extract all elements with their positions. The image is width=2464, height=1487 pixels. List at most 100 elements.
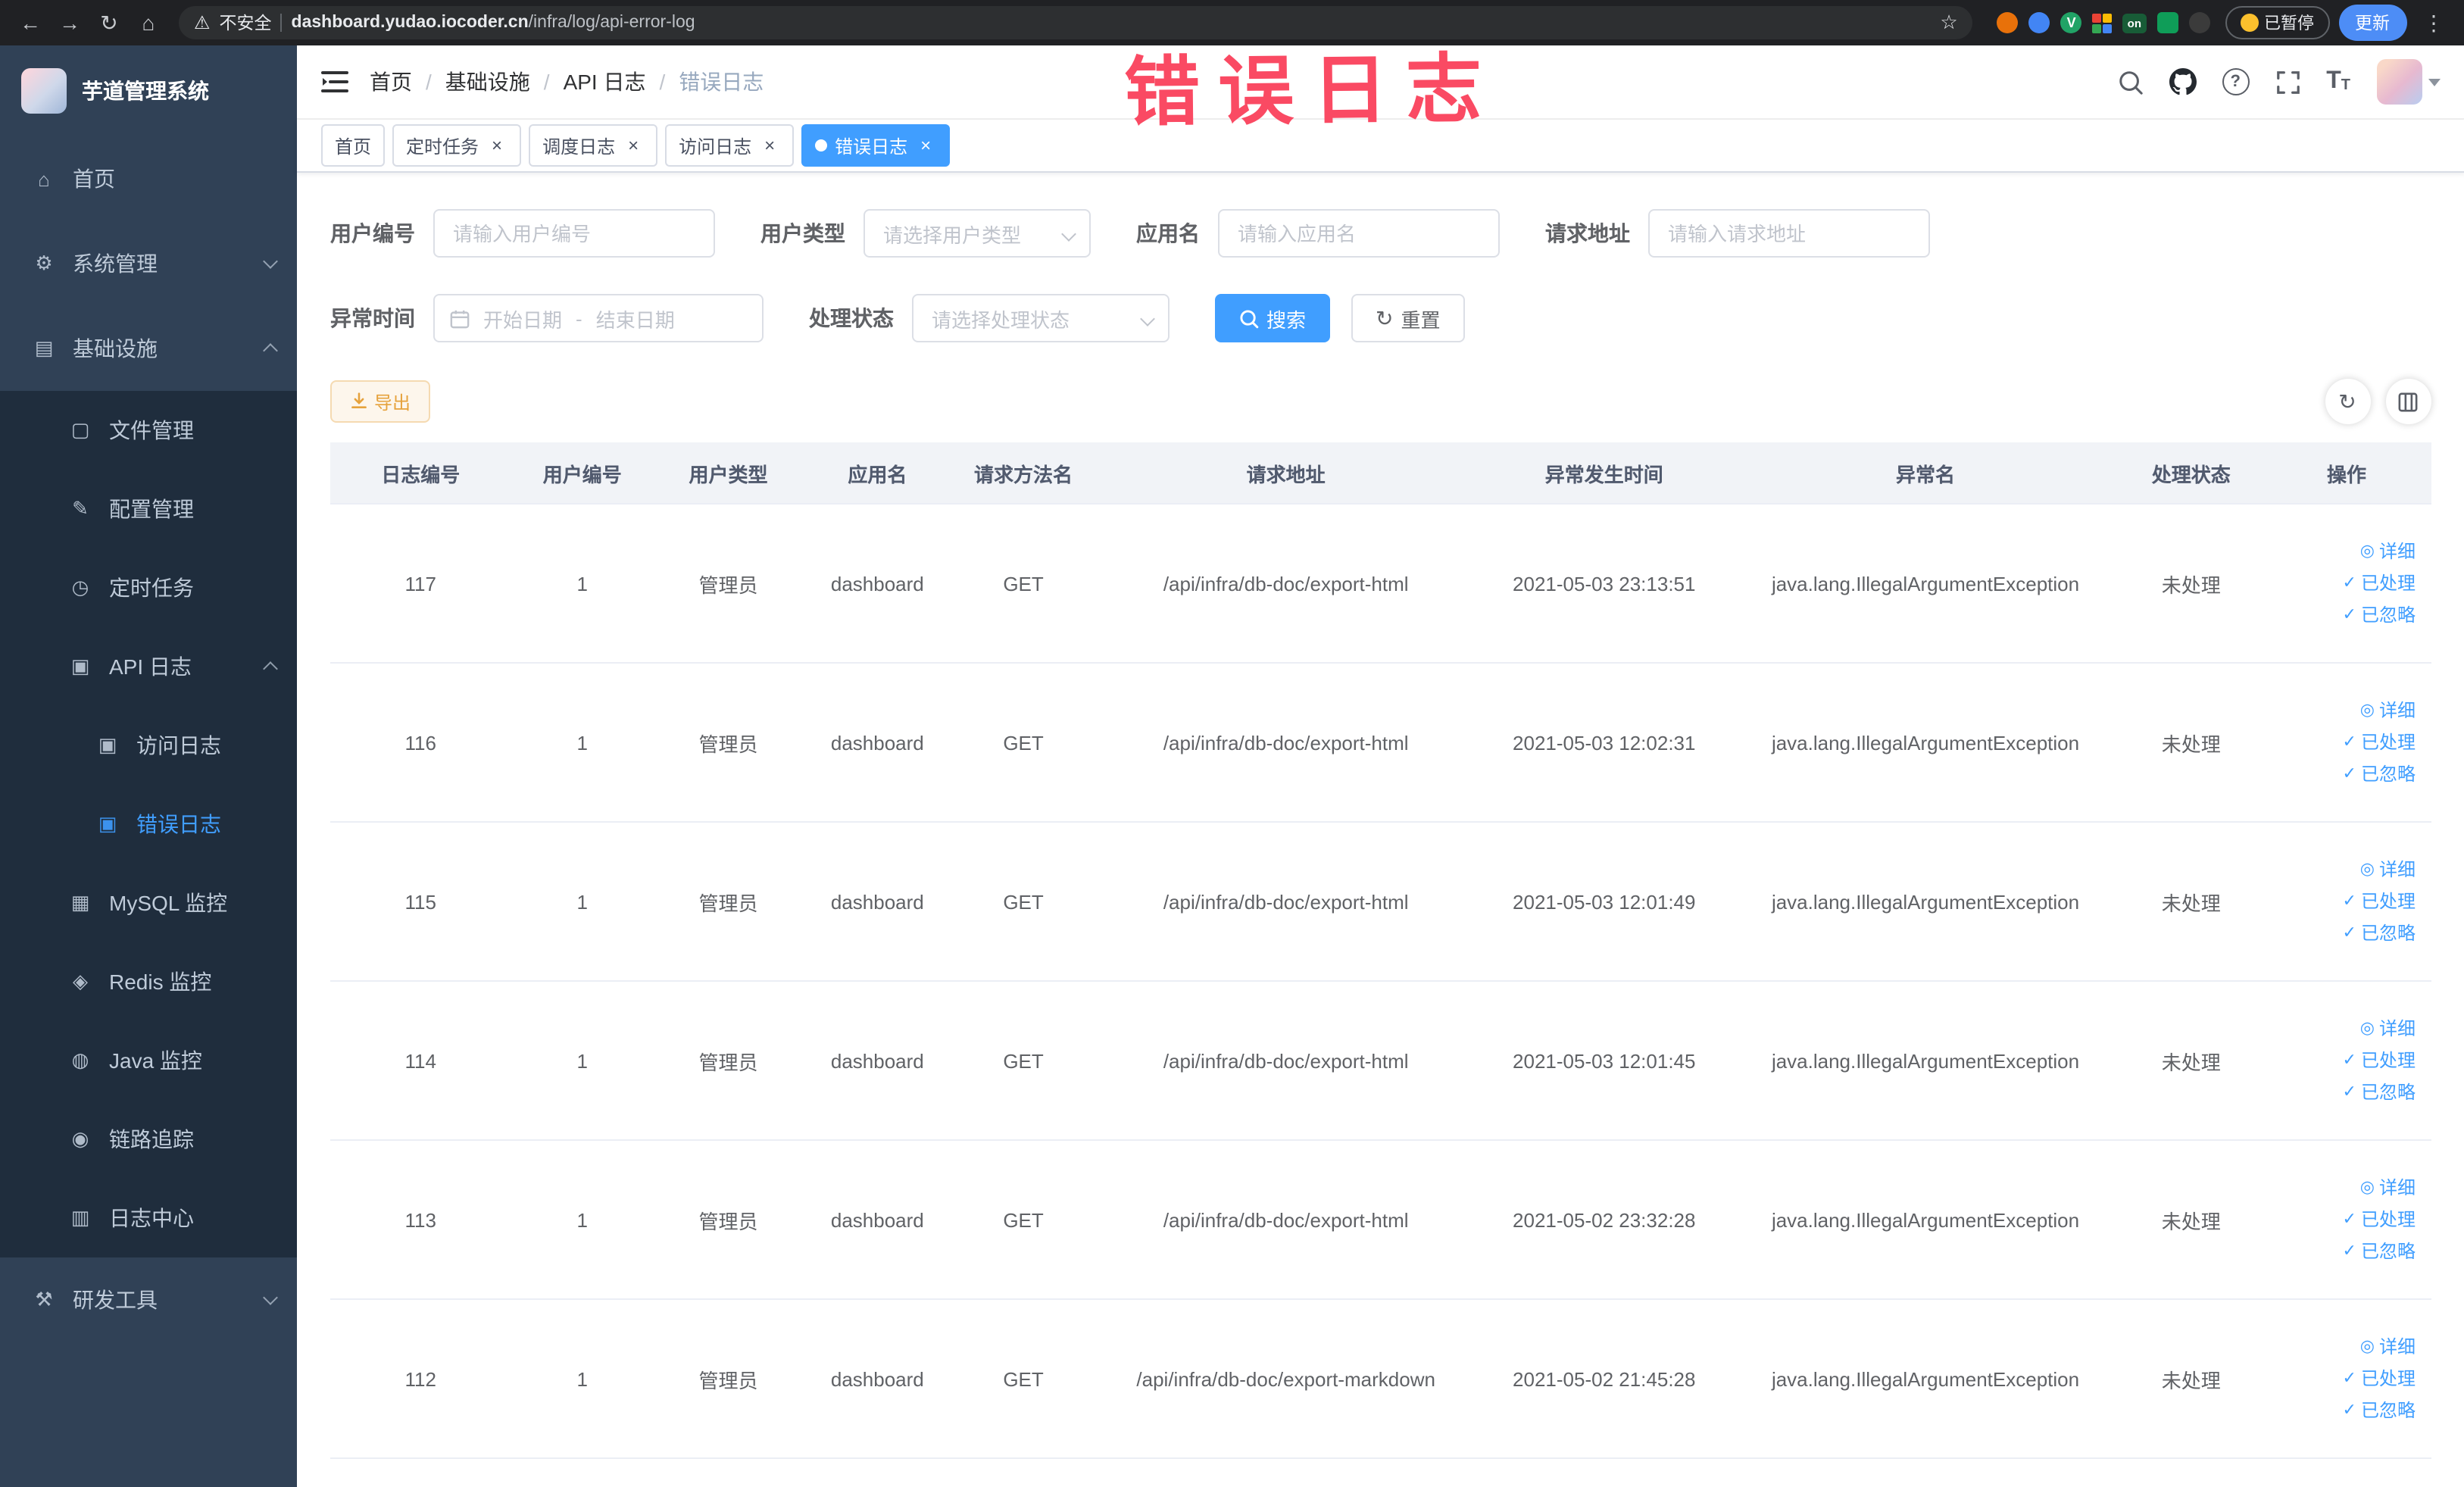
home-button[interactable]: ⌂: [130, 5, 167, 41]
breadcrumb-item-infrastructure[interactable]: 基础设施: [445, 67, 530, 97]
paused-badge[interactable]: 已暂停: [2225, 6, 2329, 39]
detail-link[interactable]: ◎ 详细: [2269, 1172, 2416, 1204]
reset-button[interactable]: ↻ 重置: [1351, 294, 1465, 342]
document-icon: ▣: [70, 654, 90, 677]
back-button[interactable]: ←: [12, 5, 48, 41]
log-icon: ▥: [70, 1206, 90, 1229]
processed-link[interactable]: ✓ 已处理: [2269, 726, 2416, 758]
close-icon[interactable]: ×: [759, 135, 780, 156]
search-button[interactable]: 搜索: [1215, 294, 1331, 342]
detail-link[interactable]: ◎ 详细: [2269, 1013, 2416, 1045]
export-button[interactable]: 导出: [330, 380, 431, 423]
sidebar-item-api-log[interactable]: ▣ API 日志: [0, 627, 297, 706]
detail-link[interactable]: ◎ 详细: [2269, 1331, 2416, 1363]
user-avatar[interactable]: [2376, 59, 2440, 105]
detail-link[interactable]: ◎ 详细: [2269, 695, 2416, 726]
tab-api-access-log[interactable]: 访问日志 ×: [665, 124, 795, 167]
extension-icon[interactable]: [1997, 12, 2019, 33]
table-toolbar: 导出 ↻: [330, 379, 2431, 424]
ignore-link[interactable]: ✓ 已忽略: [2269, 917, 2416, 949]
ignore-link[interactable]: ✓ 已忽略: [2269, 1076, 2416, 1108]
extension-on-badge-icon[interactable]: on: [2122, 13, 2146, 33]
detail-link[interactable]: ◎ 详细: [2269, 536, 2416, 567]
sidebar-item-config-management[interactable]: ✎ 配置管理: [0, 470, 297, 548]
browser-menu-icon[interactable]: ⋮: [2416, 5, 2452, 41]
app-title: 芋道管理系统: [82, 79, 209, 103]
extension-grid-icon[interactable]: [2092, 13, 2113, 33]
cell-time: 2021-05-02 23:32:28: [1477, 1140, 1732, 1300]
app-logo[interactable]: 芋道管理系统: [0, 45, 297, 136]
reload-button[interactable]: ↻: [91, 5, 127, 41]
ignore-link[interactable]: ✓ 已忽略: [2269, 758, 2416, 790]
tab-job-log[interactable]: 调度日志 ×: [529, 124, 658, 167]
sidebar-item-access-log[interactable]: ▣ 访问日志: [0, 706, 297, 785]
tab-job[interactable]: 定时任务 ×: [392, 124, 522, 167]
sidebar-item-redis-monitor[interactable]: ◈ Redis 监控: [0, 942, 297, 1021]
ignore-link[interactable]: ✓ 已忽略: [2269, 1395, 2416, 1426]
process-status-select[interactable]: 请选择处理状态: [912, 294, 1170, 342]
processed-link[interactable]: ✓ 已处理: [2269, 1363, 2416, 1395]
check-icon: ✓: [2342, 923, 2356, 942]
cell-log-id: 114: [330, 981, 511, 1141]
sidebar-item-scheduled-jobs[interactable]: ◷ 定时任务: [0, 548, 297, 627]
cell-exception: java.lang.IllegalArgumentException: [1731, 981, 2120, 1141]
end-date-placeholder: 结束日期: [595, 308, 675, 331]
document-icon: ▣: [98, 733, 117, 756]
processed-link[interactable]: ✓ 已处理: [2269, 567, 2416, 599]
exception-time-range-picker[interactable]: 开始日期 - 结束日期: [433, 294, 764, 342]
close-icon[interactable]: ×: [486, 135, 507, 156]
sidebar-item-java-monitor[interactable]: ◍ Java 监控: [0, 1021, 297, 1100]
action-label: 已处理: [2360, 572, 2416, 593]
user-type-select[interactable]: 请选择用户类型: [863, 209, 1091, 258]
user-id-input[interactable]: [433, 209, 715, 258]
sidebar-item-file-management[interactable]: ▢ 文件管理: [0, 391, 297, 470]
column-settings-button[interactable]: [2385, 379, 2431, 424]
cell-user-type: 管理员: [654, 504, 803, 664]
sidebar-item-label: Redis 监控: [109, 970, 212, 994]
sidebar-item-label: 系统管理: [73, 251, 158, 276]
action-label: 已忽略: [2360, 604, 2416, 625]
extension-icon[interactable]: [2188, 12, 2209, 33]
refresh-button[interactable]: ↻: [2325, 379, 2370, 424]
table-row: 115 1 管理员 dashboard GET/api/infra/db-doc/exp…: [330, 822, 2431, 982]
breadcrumb-item-api-log[interactable]: API 日志: [564, 67, 646, 97]
fullscreen-icon[interactable]: [2275, 69, 2300, 95]
processed-link[interactable]: ✓ 已处理: [2269, 886, 2416, 917]
breadcrumb-item-home[interactable]: 首页: [370, 67, 412, 97]
sidebar-item-mysql-monitor[interactable]: ▦ MySQL 监控: [0, 864, 297, 942]
request-url-input[interactable]: [1648, 209, 1930, 258]
tab-api-error-log[interactable]: 错误日志 ×: [801, 124, 951, 167]
hamburger-icon[interactable]: [321, 70, 348, 94]
app-name-input[interactable]: [1218, 209, 1500, 258]
sidebar-item-error-log[interactable]: ▣ 错误日志: [0, 785, 297, 864]
extension-icon[interactable]: [2156, 12, 2178, 33]
forward-button[interactable]: →: [52, 5, 88, 41]
address-bar[interactable]: ⚠ 不安全 dashboard.yudao.iocoder.cn/infra/l…: [179, 6, 1973, 39]
help-icon[interactable]: ?: [2222, 68, 2250, 95]
detail-link[interactable]: ◎ 详细: [2269, 854, 2416, 886]
sidebar-item-log-center[interactable]: ▥ 日志中心: [0, 1179, 297, 1257]
sidebar-item-system-management[interactable]: ⚙ 系统管理: [0, 221, 297, 306]
cell-time: 2021-05-03 12:01:49: [1477, 822, 1732, 982]
ignore-link[interactable]: ✓ 已忽略: [2269, 1236, 2416, 1267]
action-label: 已处理: [2360, 1049, 2416, 1070]
sidebar-item-infrastructure[interactable]: ▤ 基础设施: [0, 306, 297, 391]
bookmark-star-icon[interactable]: ☆: [1940, 11, 1957, 35]
ignore-link[interactable]: ✓ 已忽略: [2269, 599, 2416, 631]
update-button[interactable]: 更新: [2338, 5, 2406, 41]
tab-home[interactable]: 首页: [321, 124, 386, 167]
font-size-icon[interactable]: TT: [2326, 69, 2350, 94]
extension-icon[interactable]: [2028, 12, 2050, 33]
processed-link[interactable]: ✓ 已处理: [2269, 1045, 2416, 1076]
sidebar-item-tracing[interactable]: ◉ 链路追踪: [0, 1100, 297, 1179]
close-icon[interactable]: ×: [915, 135, 936, 156]
close-icon[interactable]: ×: [623, 135, 644, 156]
table-row: 117 1 管理员 dashboard GET/api/infra/db-doc/exp…: [330, 504, 2431, 664]
sidebar-item-dev-tools[interactable]: ⚒ 研发工具: [0, 1257, 297, 1342]
github-icon[interactable]: [2169, 68, 2197, 95]
search-icon[interactable]: [2117, 69, 2143, 95]
sidebar-item-home[interactable]: ⌂ 首页: [0, 136, 297, 221]
vue-devtools-extension-icon[interactable]: V: [2060, 12, 2082, 33]
processed-link[interactable]: ✓ 已处理: [2269, 1204, 2416, 1236]
cell-log-id: 112: [330, 1299, 511, 1459]
